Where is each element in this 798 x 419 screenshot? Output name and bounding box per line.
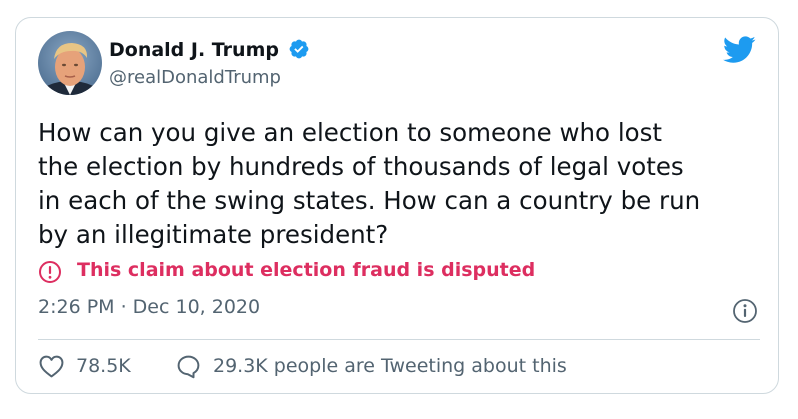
tweet-text: How can you give an election to someone … [38,116,763,252]
divider [38,339,760,340]
tweet-text-line: in each of the swing states. How can a c… [38,186,701,215]
verified-badge-icon [289,39,309,59]
tweet-timestamp[interactable]: 2:26 PM · Dec 10, 2020 [38,296,260,318]
alert-circle-icon [39,261,61,283]
tweet-text-line: How can you give an election to someone … [38,118,662,147]
heart-icon[interactable] [39,355,64,378]
info-icon[interactable] [732,298,758,324]
avatar[interactable] [38,31,102,95]
disputed-claim-link[interactable]: This claim about election fraud is dispu… [77,259,535,281]
author-name[interactable]: Donald J. Trump [109,39,279,61]
tweet-text-line: the election by hundreds of thousands of… [38,152,684,181]
twitter-bird-icon[interactable] [723,36,756,64]
like-count[interactable]: 78.5K [76,355,131,377]
author-handle[interactable]: @realDonaldTrump [109,67,281,88]
tweet-text-line: by an illegitimate president? [38,220,389,249]
conversation-link[interactable]: 29.3K people are Tweeting about this [213,355,567,377]
tweet-card: Donald J. Trump @realDonaldTrump How can… [15,17,779,394]
speech-bubble-icon[interactable] [176,354,201,379]
